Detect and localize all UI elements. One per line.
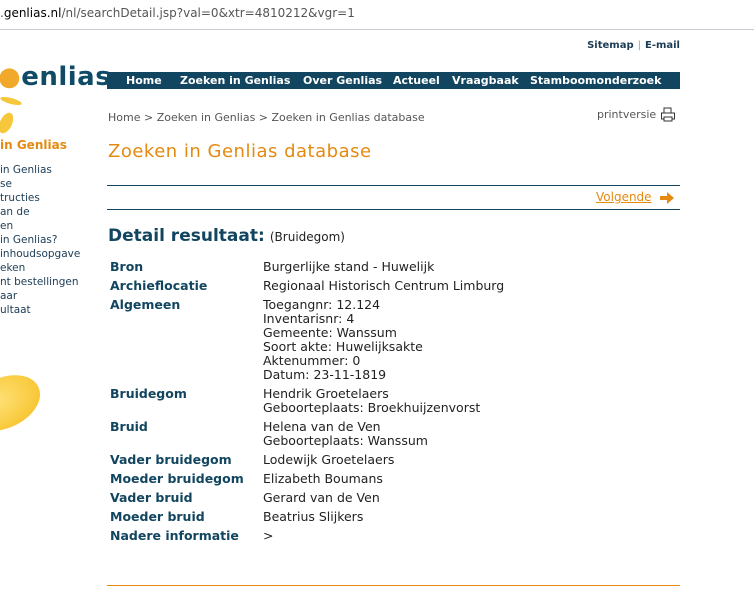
result-row: Moeder bruid Beatrius Slijkers — [108, 510, 504, 529]
value-line: Gerard van de Ven — [263, 490, 380, 505]
value-line: Geboorteplaats: Wanssum — [263, 433, 428, 448]
sidebar-item[interactable]: se — [0, 178, 80, 190]
logo-ray — [0, 110, 17, 136]
value-line: Inventarisnr: 4 — [263, 311, 355, 326]
field-value: Elizabeth Boumans — [263, 472, 504, 491]
sidebar-item[interactable]: tructies — [0, 192, 80, 204]
sidebar-item[interactable]: aar — [0, 290, 80, 302]
sidebar-item[interactable]: eken — [0, 262, 80, 274]
detail-title: Detail resultaat: — [108, 226, 265, 246]
field-value: Hendrik Groetelaers Geboorteplaats: Broek… — [263, 387, 504, 420]
separator: | — [637, 40, 641, 51]
nav-over[interactable]: Over Genlias — [303, 74, 382, 87]
sidebar-item[interactable]: inhoudsopgave — [0, 248, 80, 260]
nav-zoeken[interactable]: Zoeken in Genlias — [180, 74, 290, 87]
sun-decoration — [0, 364, 50, 442]
breadcrumb[interactable]: Home > Zoeken in Genlias > Zoeken in Gen… — [108, 111, 425, 124]
field-value: Helena van de Ven Geboorteplaats: Wanssum — [263, 420, 504, 453]
next-link[interactable]: Volgende — [596, 190, 652, 204]
main-nav: Home Zoeken in Genlias Over Genlias Actu… — [107, 72, 680, 89]
field-label: Moeder bruidegom — [110, 471, 244, 486]
value-line: Beatrius Slijkers — [263, 509, 364, 524]
nav-vraagbaak[interactable]: Vraagbaak — [452, 74, 519, 87]
value-line: Helena van de Ven — [263, 419, 381, 434]
arrow-right-icon[interactable] — [660, 192, 674, 204]
field-value: Regionaal Historisch Centrum Limburg — [263, 279, 504, 298]
result-row: Bruid Helena van de Ven Geboorteplaats: Wa… — [108, 420, 504, 453]
detail-heading: Detail resultaat: (Bruidegom) — [108, 226, 345, 246]
page-title: Zoeken in Genlias database — [108, 141, 372, 162]
value-line: Toegangnr: 12.124 — [263, 297, 381, 312]
sidebar-item[interactable]: in Genlias — [0, 164, 80, 176]
result-row: Nadere informatie > — [108, 529, 504, 548]
result-row: Moeder bruidegom Elizabeth Boumans — [108, 472, 504, 491]
sidebar-menu: in Genlias se tructies an de en in Genlias? in… — [0, 164, 80, 318]
email-link[interactable]: E-mail — [645, 40, 680, 51]
field-value: Beatrius Slijkers — [263, 510, 504, 529]
sidebar-title: in Genlias — [0, 138, 67, 152]
nav-stamboom[interactable]: Stamboomonderzoek — [530, 74, 661, 87]
detail-subtitle: (Bruidegom) — [269, 230, 345, 244]
genlias-logo[interactable]: ●enlias — [0, 62, 111, 92]
value-line: Elizabeth Boumans — [263, 471, 383, 486]
value-line: Geboorteplaats: Broekhuijzenvorst — [263, 400, 481, 415]
sidebar-item[interactable]: an de — [0, 206, 80, 218]
nav-home[interactable]: Home — [126, 74, 162, 87]
result-row: Vader bruid Gerard van de Ven — [108, 491, 504, 510]
value-line: Soort akte: Huwelijksakte — [263, 339, 423, 354]
field-value: Lodewijk Groetelaers — [263, 453, 504, 472]
top-links: Sitemap | E-mail — [587, 40, 680, 51]
result-row: Bron Burgerlijke stand - Huwelijk — [108, 260, 504, 279]
url-text[interactable]: .genlias.nl/nl/searchDetail.jsp?val=0&xt… — [0, 6, 355, 20]
print-version-link[interactable]: printversie — [597, 108, 656, 121]
field-label: Vader bruidegom — [110, 452, 232, 467]
field-label: Vader bruid — [110, 490, 193, 505]
value-line: Burgerlijke stand - Huwelijk — [263, 259, 435, 274]
value-line: Gemeente: Wanssum — [263, 325, 397, 340]
field-label: Algemeen — [110, 297, 181, 312]
field-value: Gerard van de Ven — [263, 491, 504, 510]
sidebar-item[interactable]: ultaat — [0, 304, 80, 316]
sidebar-item[interactable]: in Genlias? — [0, 234, 80, 246]
field-label: Nadere informatie — [110, 528, 239, 543]
sidebar-item[interactable]: nt bestellingen — [0, 276, 80, 288]
sitemap-link[interactable]: Sitemap — [587, 40, 634, 51]
value-line: Lodewijk Groetelaers — [263, 452, 395, 467]
field-label: Bruidegom — [110, 386, 187, 401]
sidebar-item[interactable]: en — [0, 220, 80, 232]
field-label: Moeder bruid — [110, 509, 205, 524]
field-label: Bruid — [110, 419, 148, 434]
address-bar[interactable]: .genlias.nl/nl/searchDetail.jsp?val=0&xt… — [0, 0, 754, 30]
divider — [107, 185, 680, 186]
printer-icon[interactable] — [660, 107, 676, 122]
bottom-divider — [107, 585, 680, 586]
logo-ray — [0, 95, 23, 107]
result-row: Algemeen Toegangnr: 12.124 Inventarisnr: 4… — [108, 298, 504, 387]
value-line: Regionaal Historisch Centrum Limburg — [263, 278, 505, 293]
result-row: Vader bruidegom Lodewijk Groetelaers — [108, 453, 504, 472]
result-row: Archieflocatie Regionaal Historisch Centr… — [108, 279, 504, 298]
field-value: Toegangnr: 12.124 Inventarisnr: 4 Gemeente… — [263, 298, 504, 387]
result-row: Bruidegom Hendrik Groetelaers Geboorteplaa… — [108, 387, 504, 420]
value-line: Aktenummer: 0 — [263, 353, 361, 368]
value-line: Datum: 23-11-1819 — [263, 367, 387, 382]
value-line: Hendrik Groetelaers — [263, 386, 389, 401]
field-value: Burgerlijke stand - Huwelijk — [263, 260, 504, 279]
value-line[interactable]: > — [263, 529, 504, 543]
divider — [107, 209, 680, 210]
nav-actueel[interactable]: Actueel — [393, 74, 440, 87]
field-label: Bron — [110, 259, 144, 274]
field-value: > — [263, 529, 504, 548]
field-label: Archieflocatie — [110, 278, 208, 293]
result-table: Bron Burgerlijke stand - Huwelijk Archiefl… — [108, 260, 504, 548]
